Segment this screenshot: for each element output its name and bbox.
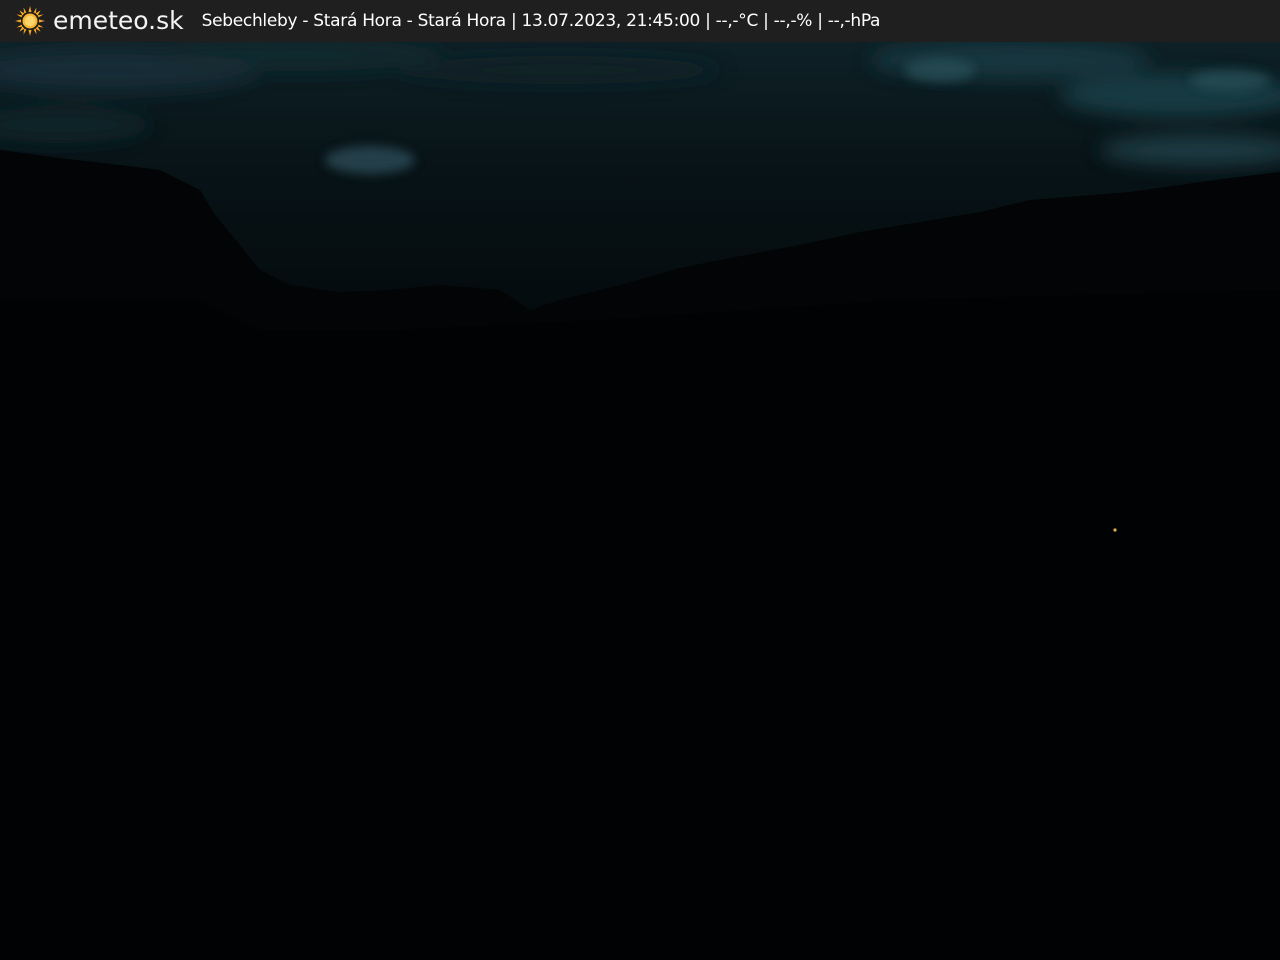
emeteo-logo[interactable]: emeteo.sk: [14, 0, 184, 42]
webcam-caption: Sebechleby - Stará Hora - Stará Hora | 1…: [201, 11, 881, 31]
distant-light: [1113, 528, 1117, 532]
brand-name: emeteo.sk: [53, 6, 184, 35]
sun-icon: [15, 6, 45, 36]
title-bar: emeteo.sk Sebechleby - Stará Hora - Star…: [0, 0, 1280, 42]
webcam-frame: emeteo.sk Sebechleby - Stará Hora - Star…: [0, 0, 1280, 960]
webcam-image: [0, 39, 1280, 960]
